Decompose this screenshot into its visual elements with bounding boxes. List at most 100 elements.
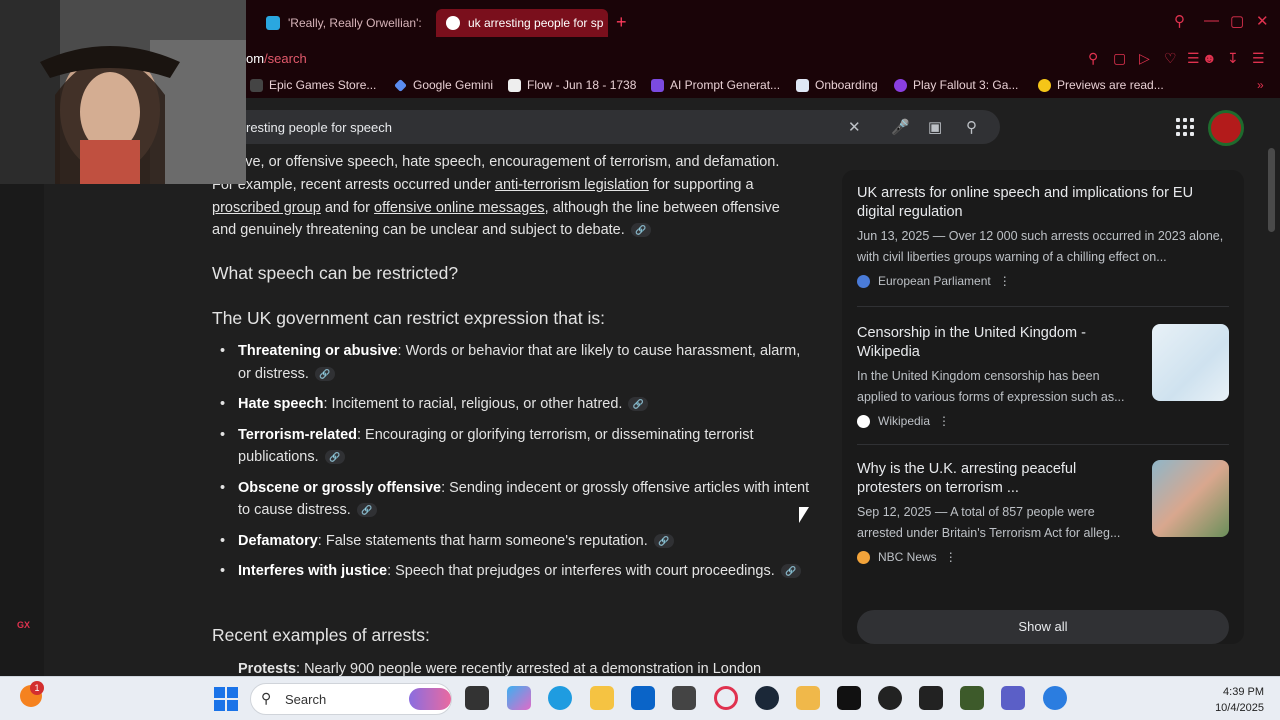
protest-thumbnail[interactable] (1152, 460, 1229, 537)
tab-search[interactable]: uk arresting people for sp (436, 9, 608, 37)
profile-icon[interactable]: ☻ (1202, 50, 1217, 66)
system-clock[interactable]: 4:39 PM 10/4/2025 (1208, 684, 1264, 716)
link-proscribed-group[interactable]: proscribed group (212, 200, 321, 216)
settings-icon[interactable]: ☰ (1252, 50, 1265, 67)
heading-restricted: What speech can be restricted? (212, 263, 459, 283)
bookmark-ai-prompt[interactable]: AI Prompt Generat... (651, 78, 780, 92)
taskbar-search[interactable]: ⚲ Search (250, 683, 452, 715)
source-title[interactable]: Censorship in the United Kingdom - Wikip… (857, 324, 1137, 362)
bookmark-epic-games[interactable]: Epic Games Store... (250, 78, 376, 92)
source-snippet: Jun 13, 2025 — Over 12 000 such arrests … (857, 229, 1224, 264)
intro-text: For example, recent arrests occurred und… (212, 177, 495, 193)
maximize-icon[interactable]: ▢ (1230, 12, 1244, 30)
search-icon[interactable]: ⚲ (966, 118, 977, 136)
snapshot-icon[interactable]: ▢ (1113, 50, 1126, 67)
more-bookmarks-chevron-icon[interactable]: » (1257, 78, 1264, 92)
link-anti-terrorism[interactable]: anti-terrorism legislation (495, 177, 649, 193)
epic-games-icon[interactable] (919, 686, 943, 710)
link-offensive-messages[interactable]: offensive online messages (374, 200, 545, 216)
new-tab-plus-icon[interactable]: + (616, 12, 627, 33)
scrollbar-thumb[interactable] (1268, 148, 1275, 232)
tab-orwellian[interactable]: 'Really, Really Orwellian': (256, 9, 426, 37)
google-apps-icon[interactable] (1176, 118, 1194, 136)
menu-icon[interactable]: ☰ (1187, 50, 1200, 67)
divider (857, 444, 1229, 445)
capcut-icon[interactable] (837, 686, 861, 710)
link-icon[interactable]: 🔗 (314, 366, 335, 381)
bookmark-onboarding[interactable]: Onboarding (796, 78, 878, 92)
settings-gear-icon[interactable] (1043, 686, 1067, 710)
item-term: Terrorism-related (238, 426, 357, 443)
url-field[interactable]: om/search (246, 51, 307, 66)
clear-search-icon[interactable]: ✕ (848, 118, 861, 136)
link-icon[interactable]: 🔗 (780, 564, 801, 579)
source-snippet: In the United Kingdom censorship has bee… (857, 369, 1125, 404)
link-icon[interactable]: 🔗 (356, 503, 377, 518)
ai-prompt-icon (651, 78, 664, 92)
download-icon[interactable]: ↧ (1227, 50, 1239, 67)
mouse-cursor-icon (799, 507, 809, 523)
bookmark-label: Google Gemini (413, 78, 494, 92)
link-icon[interactable]: 🔗 (628, 397, 649, 412)
link-icon[interactable]: 🔗 (630, 223, 651, 238)
bookmark-previews[interactable]: Previews are read... (1038, 78, 1164, 92)
bookmark-label: Play Fallout 3: Ga... (913, 78, 1019, 92)
voice-search-icon[interactable]: 🎤 (891, 118, 910, 136)
task-view-icon[interactable] (465, 686, 489, 710)
fallout-icon (894, 78, 907, 92)
link-icon[interactable]: 🔗 (653, 533, 674, 548)
source-name: European Parliament (878, 274, 991, 288)
search-box[interactable]: resting people for speech ✕ 🎤 ▣ ⚲ (240, 110, 1000, 144)
bookmark-google-gemini[interactable]: Google Gemini (394, 78, 493, 92)
start-windows-icon[interactable] (214, 687, 238, 711)
source-snippet: Sep 12, 2025 — A total of 857 people wer… (857, 505, 1121, 540)
minecraft-icon[interactable] (960, 686, 984, 710)
list-item: Interferes with justice: Speech that pre… (212, 560, 812, 583)
teams-icon[interactable] (1001, 686, 1025, 710)
tab-title: uk arresting people for sp (468, 16, 604, 30)
gemini-icon (394, 78, 407, 92)
minimize-icon[interactable]: — (1204, 12, 1219, 29)
edge-icon[interactable] (548, 686, 572, 710)
map-thumbnail[interactable] (1152, 324, 1229, 401)
source-title[interactable]: UK arrests for online speech and implica… (857, 184, 1229, 222)
opera-gx-icon[interactable] (878, 686, 902, 710)
link-icon[interactable]: 🔗 (324, 450, 345, 465)
heart-icon[interactable]: ♡ (1164, 50, 1177, 67)
list-item: Defamatory: False statements that harm s… (212, 530, 812, 553)
opera-icon[interactable] (714, 686, 738, 710)
pin-icon[interactable]: ⚲ (1088, 50, 1098, 67)
bookmark-flow[interactable]: Flow - Jun 18 - 1738 (508, 78, 636, 92)
account-avatar[interactable] (1208, 110, 1244, 146)
bookmark-label: Flow - Jun 18 - 1738 (527, 78, 637, 92)
lens-search-icon[interactable]: ▣ (928, 118, 942, 136)
steam-icon[interactable] (755, 686, 779, 710)
source-title[interactable]: Why is the U.K. arresting peaceful prote… (857, 460, 1137, 498)
folder-icon[interactable] (796, 686, 820, 710)
bookmark-fallout[interactable]: Play Fallout 3: Ga... (894, 78, 1018, 92)
item-desc: : Speech that prejudges or interferes wi… (387, 563, 775, 579)
play-icon[interactable]: ▷ (1139, 50, 1150, 67)
show-all-button[interactable]: Show all (857, 610, 1229, 644)
source-card[interactable]: UK arrests for online speech and implica… (857, 184, 1229, 288)
intro-text: and for (320, 199, 375, 216)
item-desc: : Nearly 900 people were recently arrest… (296, 661, 762, 677)
taskbar-search-placeholder: Search (285, 692, 327, 707)
webcam-feed (0, 0, 246, 184)
app-cube-icon[interactable] (672, 686, 696, 710)
gx-label[interactable]: GX (17, 620, 30, 630)
heading-examples: Recent examples of arrests: (212, 625, 430, 645)
source-name: Wikipedia (878, 414, 931, 428)
outlook-icon[interactable] (631, 686, 655, 710)
copilot-icon[interactable] (507, 686, 531, 710)
search-query[interactable]: resting people for speech (246, 120, 392, 135)
clock-date: 10/4/2025 (1215, 702, 1264, 714)
file-explorer-icon[interactable] (590, 686, 614, 710)
scrollbar[interactable] (1264, 144, 1280, 676)
close-icon[interactable]: ✕ (1256, 12, 1269, 30)
search-tabs-icon[interactable]: ⚲ (1174, 12, 1185, 30)
more-options-icon[interactable]: ⋮ (945, 550, 957, 564)
more-options-icon[interactable]: ⋮ (999, 274, 1011, 288)
document-icon (508, 78, 521, 92)
more-options-icon[interactable]: ⋮ (938, 414, 950, 428)
